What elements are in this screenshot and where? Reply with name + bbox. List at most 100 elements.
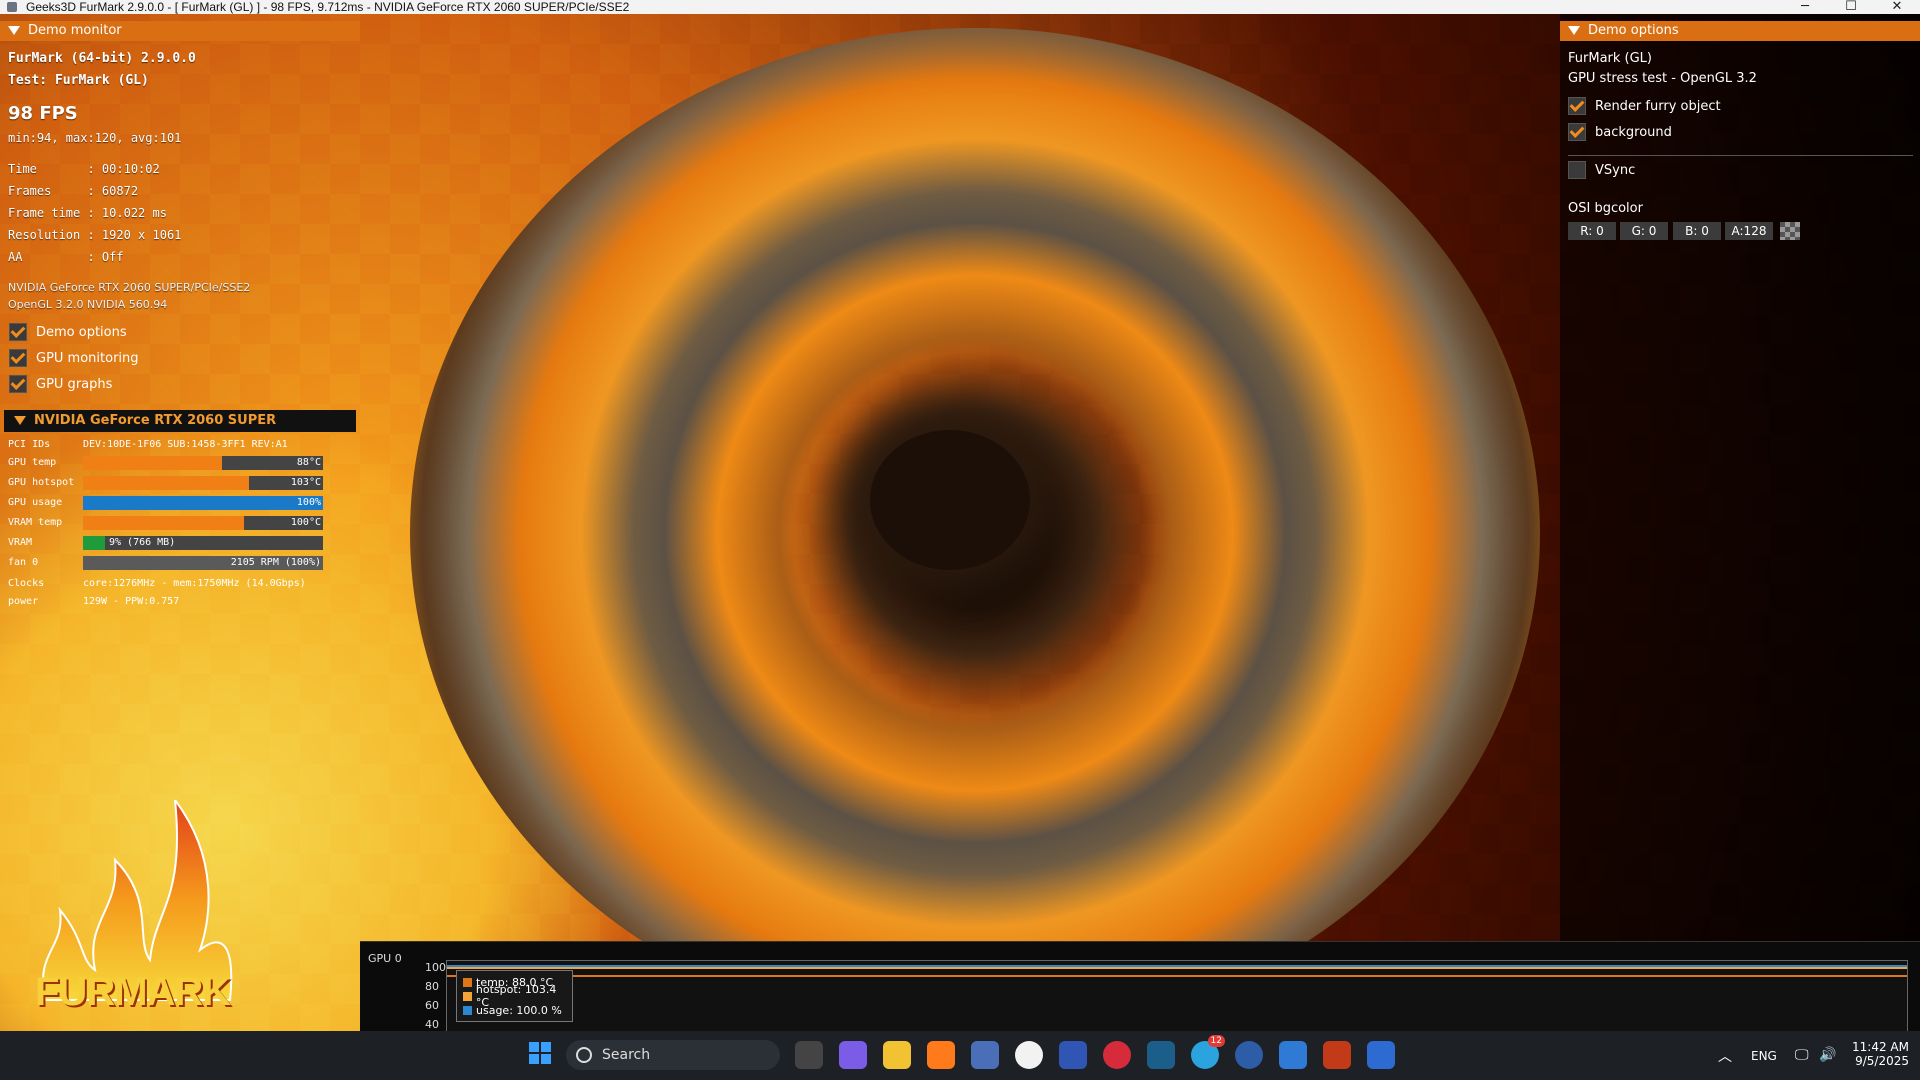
gpu-hotspot-label: GPU hotspot bbox=[8, 477, 75, 488]
legend-swatch bbox=[463, 1005, 472, 1015]
gpu-hotspot-value: 103°C bbox=[290, 477, 321, 488]
demo-options-header[interactable]: Demo options bbox=[1560, 21, 1920, 41]
app-icon-blue[interactable] bbox=[1059, 1041, 1087, 1069]
power-value: 129W - PPW:0.757 bbox=[83, 596, 180, 607]
graph-legend: temp: 88.0 °C hotspot: 103.4 °C usage: 1… bbox=[456, 970, 573, 1022]
demo-monitor-title: Demo monitor bbox=[28, 23, 122, 38]
test-name: Test: FurMark (GL) bbox=[8, 73, 149, 88]
green-input[interactable]: G: 0 bbox=[1620, 222, 1668, 240]
red-input[interactable]: R: 0 bbox=[1568, 222, 1616, 240]
start-button[interactable] bbox=[526, 1041, 554, 1069]
windows-icon bbox=[529, 1042, 551, 1064]
y-tick: 80 bbox=[425, 980, 439, 993]
aa-value: AA : Off bbox=[8, 250, 124, 264]
collapse-triangle-icon bbox=[8, 26, 20, 35]
app-icon-teal[interactable] bbox=[1147, 1041, 1175, 1069]
checkbox-demo-options[interactable] bbox=[9, 323, 27, 341]
gpu-temp-fill bbox=[83, 456, 223, 470]
telegram-icon[interactable]: 12 bbox=[1191, 1035, 1225, 1069]
hotspot-line bbox=[447, 967, 1907, 969]
notification-badge: 12 bbox=[1207, 1035, 1225, 1047]
blue-input[interactable]: B: 0 bbox=[1673, 222, 1721, 240]
clocks-row: Clocks core:1276MHz - mem:1750MHz (14.0G… bbox=[8, 577, 358, 593]
search-placeholder: Search bbox=[602, 1047, 651, 1063]
legend-swatch bbox=[463, 991, 472, 1001]
vram-temp-bar: 100°C bbox=[83, 516, 323, 530]
demo-monitor-header[interactable]: Demo monitor bbox=[0, 21, 360, 41]
gpu-temp-bar: 88°C bbox=[83, 456, 323, 470]
active-app-icon[interactable] bbox=[1367, 1041, 1395, 1069]
fan-bar: 2105 RPM (100%) bbox=[83, 556, 323, 570]
app-icon bbox=[7, 2, 17, 12]
y-tick: 60 bbox=[425, 999, 439, 1012]
power-label: power bbox=[8, 596, 39, 607]
copilot-icon[interactable] bbox=[839, 1041, 867, 1069]
network-app-icon[interactable] bbox=[971, 1041, 999, 1069]
gpu-hotspot-row: GPU hotspot 103°C bbox=[8, 476, 358, 492]
checkbox-gpu-monitoring[interactable] bbox=[9, 349, 27, 367]
demo-options-toggle[interactable]: Demo options bbox=[9, 322, 127, 342]
todo-icon[interactable] bbox=[1279, 1041, 1307, 1069]
checkbox-render-furry[interactable] bbox=[1568, 97, 1586, 115]
color-preview-swatch[interactable] bbox=[1780, 222, 1800, 240]
file-explorer-icon[interactable] bbox=[883, 1041, 911, 1069]
gpu-usage-label: GPU usage bbox=[8, 497, 63, 508]
close-button[interactable]: ✕ bbox=[1877, 0, 1917, 14]
show-hidden-icons-icon[interactable]: ︿ bbox=[1718, 1046, 1732, 1066]
y-tick: 40 bbox=[425, 1018, 439, 1031]
y-tick: 100 bbox=[425, 961, 446, 974]
task-view-icon[interactable] bbox=[795, 1041, 823, 1069]
vsync-toggle[interactable]: VSync bbox=[1568, 160, 1635, 180]
demo-name: FurMark (GL) bbox=[1568, 51, 1652, 66]
vram-bar: 9% (766 MB) bbox=[83, 536, 323, 550]
gpu-monitor-header[interactable]: NVIDIA GeForce RTX 2060 SUPER bbox=[4, 410, 356, 432]
checkbox-label: Demo options bbox=[36, 324, 127, 340]
legend-text: usage: 100.0 % bbox=[476, 1003, 562, 1017]
gpu-usage-fill bbox=[83, 496, 323, 510]
fps-value: 98 FPS bbox=[8, 103, 78, 124]
gpu-graph-panel: GPU 0 100 80 60 40 temp: 88.0 °C hotspot… bbox=[360, 941, 1920, 1034]
maximize-button[interactable]: ☐ bbox=[1831, 0, 1871, 14]
vram-row: VRAM 9% (766 MB) bbox=[8, 536, 358, 552]
checkbox-vsync[interactable] bbox=[1568, 161, 1586, 179]
volume-icon[interactable]: 🔊 bbox=[1819, 1047, 1836, 1063]
vram-temp-value: 100°C bbox=[290, 517, 321, 528]
background-toggle[interactable]: background bbox=[1568, 122, 1672, 142]
language-indicator[interactable]: ENG bbox=[1751, 1049, 1777, 1063]
taskbar-search[interactable]: Search bbox=[566, 1040, 780, 1070]
title-bar: Geeks3D FurMark 2.9.0.0 - [ FurMark (GL)… bbox=[0, 0, 1920, 14]
checkbox-gpu-graphs[interactable] bbox=[9, 375, 27, 393]
furmark-logo: FURMARK bbox=[25, 796, 255, 1025]
resolution-value: Resolution : 1920 x 1061 bbox=[8, 228, 182, 242]
browser-icon[interactable] bbox=[1235, 1041, 1263, 1069]
render-furry-toggle[interactable]: Render furry object bbox=[1568, 96, 1721, 116]
furmark-taskbar-icon[interactable] bbox=[1323, 1041, 1351, 1069]
vram-label: VRAM bbox=[8, 537, 33, 548]
gpu-temp-label: GPU temp bbox=[8, 457, 57, 468]
gpu-usage-row: GPU usage 100% bbox=[8, 496, 358, 512]
fan-row: fan 0 2105 RPM (100%) bbox=[8, 556, 358, 572]
vram-value: 9% (766 MB) bbox=[109, 537, 176, 548]
temp-line bbox=[447, 975, 1907, 977]
firefox-icon[interactable] bbox=[927, 1041, 955, 1069]
app-icon-red[interactable] bbox=[1103, 1041, 1131, 1069]
gpu-usage-bar: 100% bbox=[83, 496, 323, 510]
legend-usage: usage: 100.0 % bbox=[463, 1003, 562, 1017]
frame-time-value: Frame time : 10.022 ms bbox=[8, 206, 167, 220]
vram-temp-row: VRAM temp 100°C bbox=[8, 516, 358, 532]
gpu-monitoring-toggle[interactable]: GPU monitoring bbox=[9, 348, 139, 368]
alpha-input[interactable]: A:128 bbox=[1725, 222, 1773, 240]
checkbox-label: GPU graphs bbox=[36, 376, 113, 392]
gpu-graphs-toggle[interactable]: GPU graphs bbox=[9, 374, 112, 394]
clock[interactable]: 11:42 AM 9/5/2025 bbox=[1849, 1040, 1909, 1068]
minimize-button[interactable]: ─ bbox=[1785, 0, 1825, 14]
frames-value: Frames : 60872 bbox=[8, 184, 139, 198]
legend-hotspot: hotspot: 103.4 °C bbox=[463, 983, 572, 1009]
checkbox-background[interactable] bbox=[1568, 123, 1586, 141]
osi-bgcolor-label: OSI bgcolor bbox=[1568, 201, 1643, 216]
clock-date: 9/5/2025 bbox=[1855, 1054, 1909, 1068]
network-icon[interactable]: 🖵 bbox=[1795, 1047, 1809, 1063]
chrome-icon[interactable] bbox=[1015, 1041, 1043, 1069]
gpu-temp-row: GPU temp 88°C bbox=[8, 456, 358, 472]
demo-options-title: Demo options bbox=[1588, 23, 1679, 38]
